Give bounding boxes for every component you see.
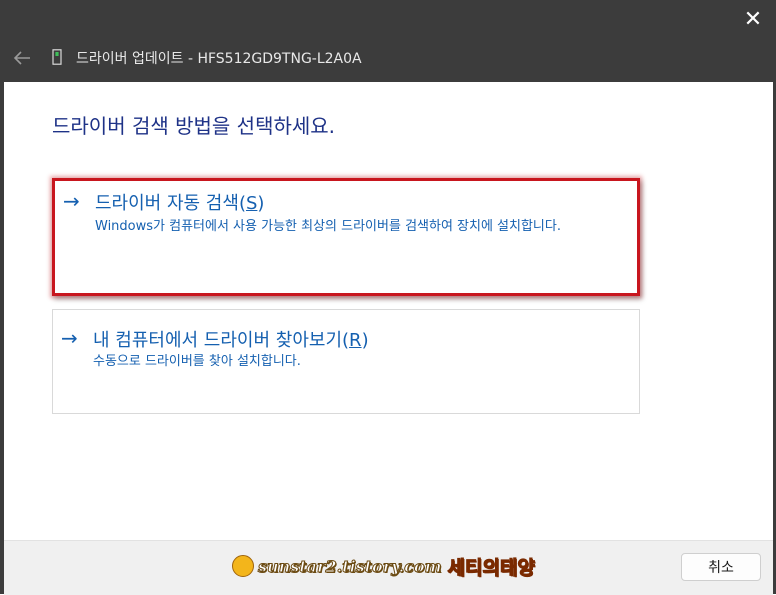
dialog-footer: sunstar2.tistory.com 세티의태양 취소 <box>4 540 773 595</box>
back-arrow-icon <box>13 51 30 65</box>
access-key: R <box>349 330 362 351</box>
watermark-url: sunstar2.tistory.com <box>258 556 443 576</box>
smiley-face-icon <box>232 555 254 577</box>
option-title: 내 컴퓨터에서 드라이버 찾아보기(R) <box>93 330 369 351</box>
cancel-button[interactable]: 취소 <box>681 553 761 581</box>
option-description: Windows가 컴퓨터에서 사용 가능한 최상의 드라이버를 검색하여 장치에… <box>95 219 561 234</box>
back-button[interactable] <box>8 44 36 72</box>
arrow-right-icon: → <box>63 189 80 213</box>
access-key: S <box>245 193 258 214</box>
driver-update-dialog: ✕ 드라이버 업데이트 - HFS512GD9TNG-L2A0A 드라이버 검색… <box>0 0 776 595</box>
arrow-right-icon: → <box>61 326 78 350</box>
close-button[interactable]: ✕ <box>730 0 776 38</box>
browse-computer-option[interactable]: → 내 컴퓨터에서 드라이버 찾아보기(R) 수동으로 드라이버를 찾아 설치합… <box>52 309 640 414</box>
option-description: 수동으로 드라이버를 찾아 설치합니다. <box>93 354 301 369</box>
close-icon: ✕ <box>743 6 763 32</box>
window-border-left <box>0 82 4 594</box>
window-title: 드라이버 업데이트 - HFS512GD9TNG-L2A0A <box>76 51 362 67</box>
watermark-name: 세티의태양 <box>447 556 535 579</box>
watermark: sunstar2.tistory.com 세티의태양 <box>232 553 535 579</box>
device-icon <box>52 49 62 65</box>
title-bar: ✕ 드라이버 업데이트 - HFS512GD9TNG-L2A0A <box>0 0 776 82</box>
option-title: 드라이버 자동 검색(S) <box>95 193 265 214</box>
page-heading: 드라이버 검색 방법을 선택하세요. <box>52 114 336 138</box>
auto-search-option[interactable]: → 드라이버 자동 검색(S) Windows가 컴퓨터에서 사용 가능한 최상… <box>52 178 640 296</box>
